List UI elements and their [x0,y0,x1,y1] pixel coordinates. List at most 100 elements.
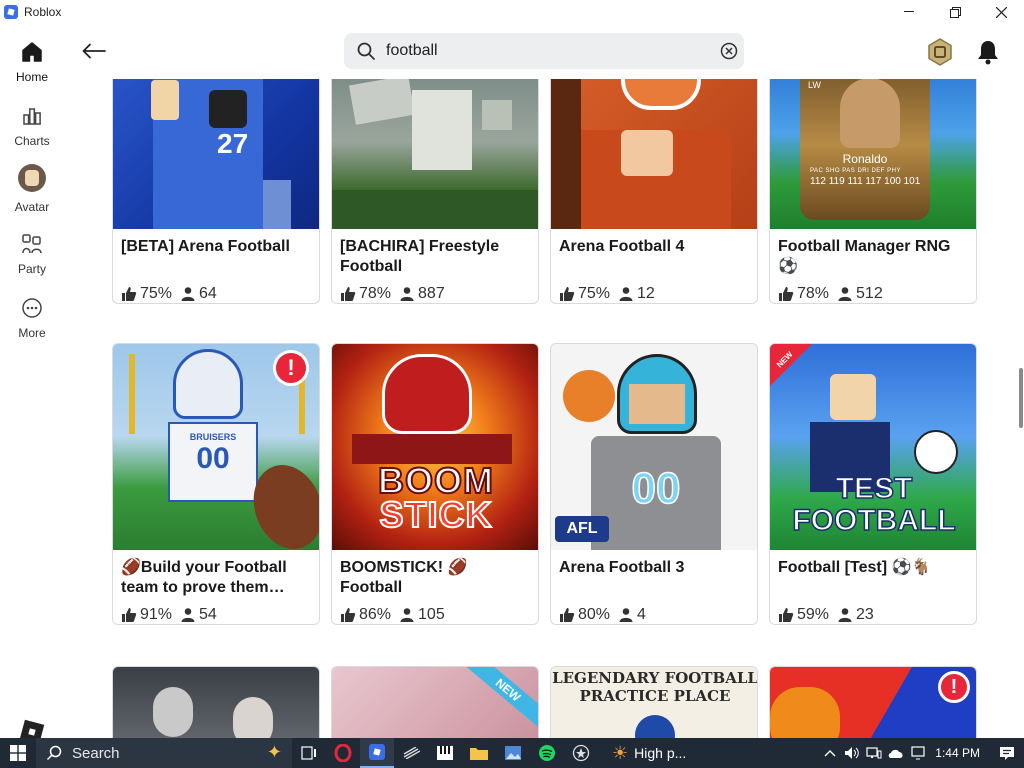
display-button[interactable] [907,738,929,768]
minimize-button[interactable] [886,0,932,24]
notifications-bell-icon[interactable] [974,38,1002,66]
clock[interactable]: 1:44 PM [935,746,980,760]
thumbs-up-icon [122,287,137,301]
player-count: 64 [180,285,217,303]
robux-icon[interactable] [926,38,954,66]
game-thumbnail: 00 AFL [551,344,757,550]
weather-widget[interactable]: ☀ High p... [612,743,686,764]
roblox-app-button[interactable] [360,738,394,768]
app-button[interactable] [394,738,428,768]
home-icon [20,40,44,64]
game-card[interactable]: 00 AFL Arena Football 3 80% 4 [550,343,758,625]
thumbnail-title-line: PRACTICE PLACE [579,687,731,705]
weather-icon: ☀ [612,742,629,763]
game-title: Arena Football 3 [559,559,685,576]
minimize-icon [904,11,914,12]
game-title: Football Manager RNG ⚽ [778,238,951,275]
player-count: 887 [399,285,445,303]
close-icon [995,6,1007,18]
league-logo: AFL [555,516,609,542]
back-button[interactable] [80,40,108,62]
sidebar-item-avatar[interactable]: Avatar [0,164,64,214]
rating: 80% [559,606,610,624]
notification-center-icon [1000,747,1014,760]
start-button[interactable] [0,738,36,768]
volume-button[interactable] [841,738,863,768]
sidebar-item-label: Charts [14,134,50,148]
star-app-icon [572,744,590,762]
search-bar[interactable] [344,33,744,69]
folder-icon [470,748,488,760]
game-card[interactable]: NEW TEST FOOTBALL Football [Test] ⚽🐐 59%… [769,343,977,625]
game-card[interactable]: NEW [331,666,539,738]
new-badge: NEW [463,667,538,730]
taskbar-search[interactable]: Search ✦ [36,738,292,768]
roblox-logo-icon [4,5,18,19]
app-button[interactable] [564,738,598,768]
opera-app-button[interactable] [326,738,360,768]
game-card[interactable] [112,666,320,738]
network-button[interactable] [863,738,885,768]
game-card[interactable]: LEGENDARY FOOTBALL PRACTICE PLACE [550,666,758,738]
piano-app-button[interactable] [428,738,462,768]
game-thumbnail: NEW TEST FOOTBALL [770,344,976,550]
players-icon [400,608,414,622]
photos-icon [505,746,521,760]
party-icon [20,232,44,256]
game-card[interactable]: LW Ronaldo PAC SHO PAS DRI DEF PHY 112 1… [769,79,977,304]
spotify-icon [539,745,555,761]
search-icon [357,42,375,60]
game-thumbnail: LW Ronaldo PAC SHO PAS DRI DEF PHY 112 1… [770,79,976,229]
opera-icon [334,744,352,762]
card-stat-labels: PAC SHO PAS DRI DEF PHY [810,168,901,174]
cloud-icon [889,749,903,758]
avatar-icon [18,164,46,192]
show-hidden-icons-button[interactable] [819,738,841,768]
spotify-app-button[interactable] [530,738,564,768]
alert-badge-icon: ! [938,671,970,703]
volume-icon [845,747,860,759]
game-thumbnail: BOOM STICK [332,344,538,550]
thumbnail-title-line: LEGENDARY FOOTBALL [552,669,757,687]
file-explorer-button[interactable] [462,738,496,768]
onedrive-button[interactable] [885,738,907,768]
game-card[interactable]: BOOM STICK BOOMSTICK! 🏈 Football 86% 105 [331,343,539,625]
game-card[interactable]: BRUISERS 00 ! 🏈Build your Football team … [112,343,320,625]
game-card[interactable]: Arena Football 4 75% 12 [550,79,758,304]
rating: 86% [340,606,391,624]
clear-search-icon[interactable] [720,42,738,60]
sparkle-icon: ✦ [266,742,282,762]
scrollbar-thumb[interactable] [1019,368,1023,428]
players-icon [181,608,195,622]
game-card[interactable]: 27 [BETA] Arena Football 75% 64 [112,79,320,304]
jersey-number: 00 [196,442,230,475]
thumbs-up-icon [560,287,575,301]
game-card[interactable]: ! [769,666,977,738]
sidebar-item-more[interactable]: More [0,296,64,340]
game-thumbnail: BRUISERS 00 ! [113,344,319,550]
close-button[interactable] [978,0,1024,24]
notification-center-button[interactable] [990,738,1024,768]
game-thumbnail [332,79,538,229]
sidebar-item-charts[interactable]: Charts [0,104,64,148]
maximize-button[interactable] [932,0,978,24]
rating: 78% [340,285,391,303]
thumbs-up-icon [779,608,794,622]
task-view-button[interactable] [292,738,326,768]
sidebar-item-party[interactable]: Party [0,232,64,276]
taskbar-search-label: Search [72,744,120,762]
photos-app-button[interactable] [496,738,530,768]
player-count: 4 [618,606,646,624]
search-input[interactable] [386,42,706,60]
thumbs-up-icon [341,287,356,301]
game-title: Arena Football 4 [559,238,685,255]
sidebar-item-home[interactable]: Home [0,40,64,84]
system-tray: 1:44 PM [819,738,1024,768]
game-card[interactable]: [BACHIRA] Freestyle Football 78% 887 [331,79,539,304]
roblox-app-icon [369,744,385,760]
thumbs-up-icon [779,287,794,301]
game-title: [BETA] Arena Football [121,238,290,255]
chevron-up-icon [824,750,836,757]
more-icon [20,296,44,320]
game-title: 🏈Build your Football team to prove them… [121,559,287,596]
